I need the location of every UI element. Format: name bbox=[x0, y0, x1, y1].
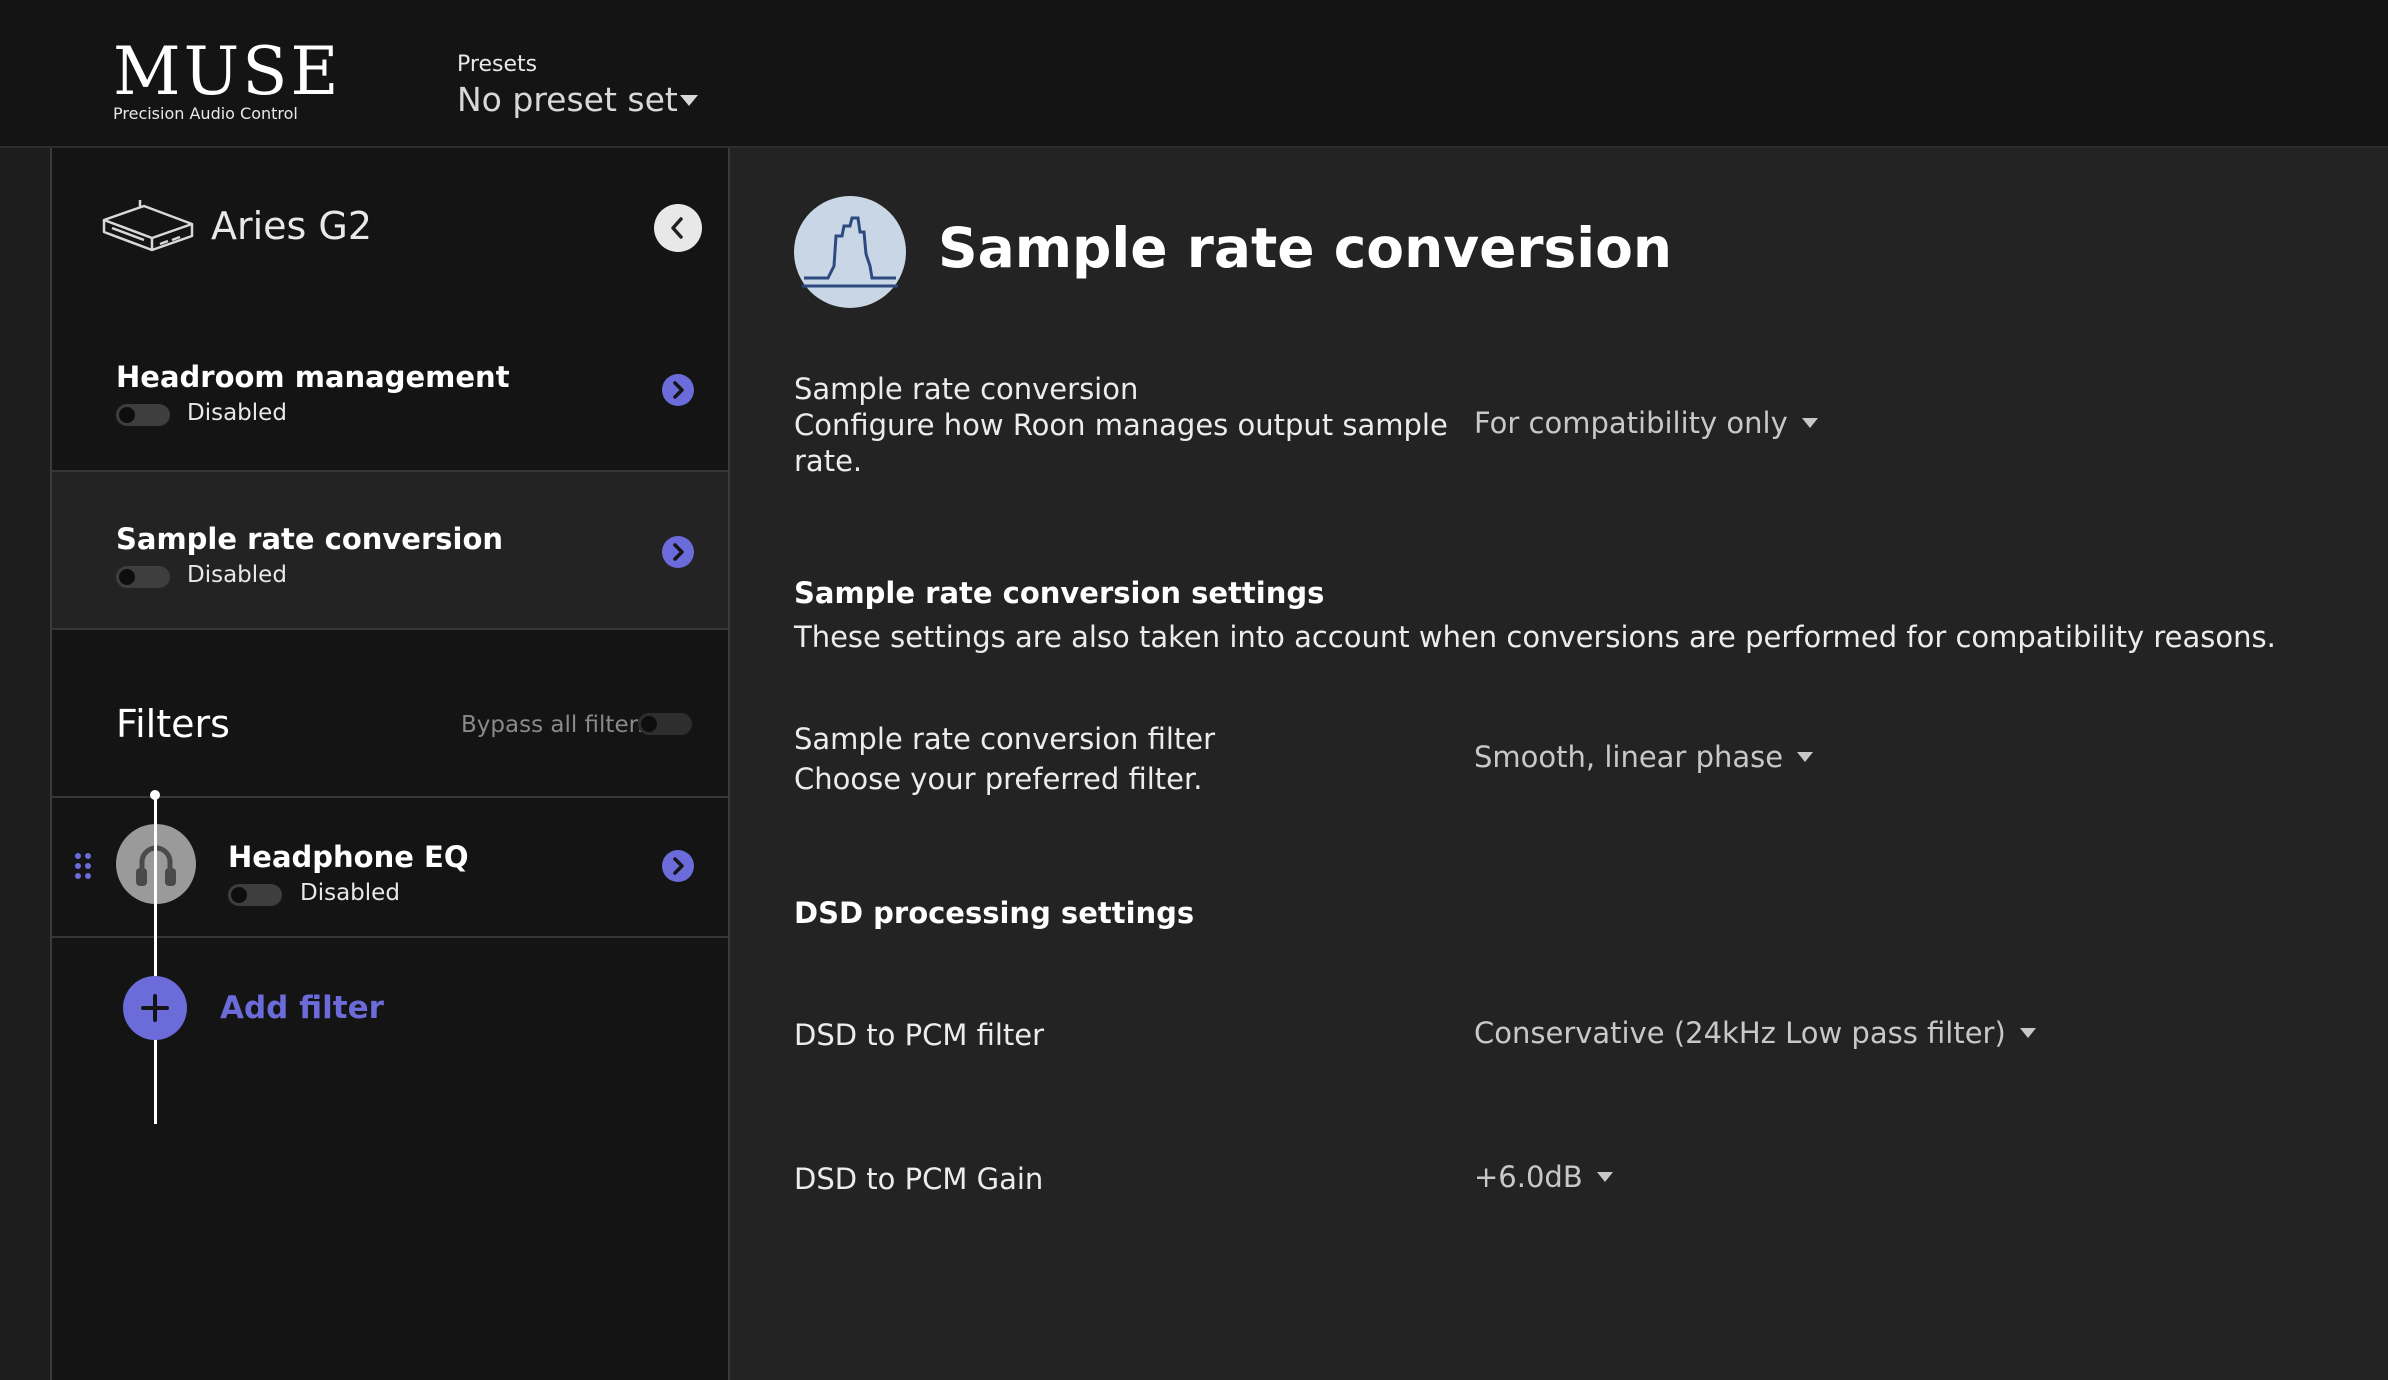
app-logo: MUSE bbox=[113, 33, 342, 110]
dropdown-value: +6.0dB bbox=[1474, 1160, 1583, 1194]
plus-icon bbox=[141, 994, 169, 1022]
left-strip bbox=[0, 148, 52, 1380]
src-mode-dropdown[interactable]: For compatibility only bbox=[1474, 406, 1818, 440]
add-filter-button[interactable] bbox=[123, 976, 187, 1040]
headroom-toggle[interactable] bbox=[116, 404, 170, 426]
page-title: Sample rate conversion bbox=[938, 216, 1673, 280]
sidebar-item-headroom-management[interactable]: Headroom management Disabled bbox=[52, 310, 728, 470]
chevron-down-icon bbox=[1596, 1172, 1613, 1182]
dropdown-value: Conservative (24kHz Low pass filter) bbox=[1474, 1016, 2006, 1050]
dsd-filter-dropdown[interactable]: Conservative (24kHz Low pass filter) bbox=[1474, 1016, 2036, 1050]
chevron-down-icon bbox=[2019, 1028, 2036, 1038]
app-logo-subtitle: Precision Audio Control bbox=[113, 104, 298, 123]
chevron-down-icon[interactable] bbox=[680, 95, 698, 106]
src-settings-desc: These settings are also taken into accou… bbox=[794, 620, 2276, 654]
chevron-down-icon bbox=[1797, 752, 1814, 762]
chevron-right-icon[interactable] bbox=[662, 374, 694, 406]
collapse-button[interactable] bbox=[654, 204, 702, 252]
src-filter-dropdown[interactable]: Smooth, linear phase bbox=[1474, 740, 1814, 774]
filters-title: Filters bbox=[116, 702, 230, 746]
sidebar-item-label: Sample rate conversion bbox=[116, 522, 504, 556]
dropdown-value: For compatibility only bbox=[1474, 406, 1788, 440]
bypass-filters-label: Bypass all filters bbox=[461, 712, 651, 738]
top-bar bbox=[0, 0, 2388, 148]
presets-dropdown[interactable]: No preset set bbox=[457, 80, 678, 119]
src-filter-desc: Choose your preferred filter. bbox=[794, 762, 1203, 796]
src-row-title: Sample rate conversion bbox=[794, 372, 1139, 406]
sample-rate-icon bbox=[794, 196, 906, 308]
sidebar-item-label: Headroom management bbox=[116, 360, 510, 394]
sidebar-item-sample-rate-conversion[interactable]: Sample rate conversion Disabled bbox=[52, 472, 728, 628]
sidebar: Aries G2 Headroom management Disabled Sa… bbox=[52, 148, 730, 1380]
chevron-left-icon bbox=[671, 217, 683, 239]
dsd-settings-title: DSD processing settings bbox=[794, 896, 1195, 930]
presets-label: Presets bbox=[457, 52, 538, 77]
chevron-right-icon[interactable] bbox=[662, 536, 694, 568]
device-icon bbox=[100, 198, 196, 258]
dsd-gain-title: DSD to PCM Gain bbox=[794, 1162, 1044, 1196]
chevron-right-icon[interactable] bbox=[662, 850, 694, 882]
src-row-desc-line2: rate. bbox=[794, 444, 863, 478]
filter-chain-dot bbox=[150, 790, 160, 800]
status-text: Disabled bbox=[300, 880, 400, 906]
chevron-down-icon bbox=[1801, 418, 1818, 428]
add-filter-label[interactable]: Add filter bbox=[220, 990, 384, 1026]
bypass-filters-toggle[interactable] bbox=[638, 713, 692, 735]
filter-chain-line bbox=[154, 794, 157, 1124]
device-name: Aries G2 bbox=[211, 204, 373, 248]
dsd-filter-title: DSD to PCM filter bbox=[794, 1018, 1045, 1052]
sample-rate-toggle[interactable] bbox=[116, 566, 170, 588]
divider bbox=[52, 628, 728, 630]
filter-item-label: Headphone EQ bbox=[228, 840, 469, 874]
src-row-desc-line1: Configure how Roon manages output sample bbox=[794, 408, 1448, 442]
src-filter-title: Sample rate conversion filter bbox=[794, 722, 1216, 756]
status-text: Disabled bbox=[187, 400, 287, 426]
dropdown-value: Smooth, linear phase bbox=[1474, 740, 1784, 774]
headphone-eq-toggle[interactable] bbox=[228, 884, 282, 906]
dsd-gain-dropdown[interactable]: +6.0dB bbox=[1474, 1160, 1613, 1194]
status-text: Disabled bbox=[187, 562, 287, 588]
drag-handle-icon[interactable] bbox=[74, 852, 94, 882]
src-settings-title: Sample rate conversion settings bbox=[794, 576, 1325, 610]
